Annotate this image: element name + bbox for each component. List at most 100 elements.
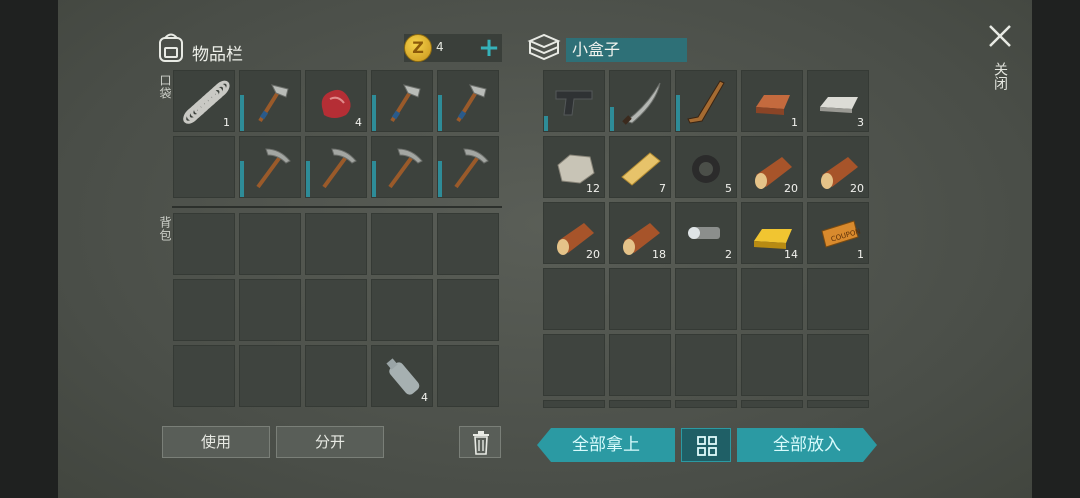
inventory-slot[interactable] bbox=[741, 334, 803, 396]
inventory-slot[interactable] bbox=[305, 213, 367, 275]
inventory-slot[interactable]: 7 bbox=[609, 136, 671, 198]
inventory-slot[interactable] bbox=[437, 213, 499, 275]
right-edge bbox=[1032, 0, 1080, 498]
item-quantity: 14 bbox=[784, 248, 798, 261]
item-quantity: 4 bbox=[355, 116, 362, 129]
left-edge bbox=[0, 0, 58, 498]
inventory-slot[interactable] bbox=[675, 334, 737, 396]
inventory-slot[interactable]: 20 bbox=[543, 202, 605, 264]
hockey-stick-icon bbox=[687, 80, 725, 124]
inventory-slot[interactable]: 12 bbox=[543, 136, 605, 198]
coin-count: 4 bbox=[436, 40, 444, 54]
inventory-slot[interactable]: 1 bbox=[173, 70, 235, 132]
section-divider bbox=[172, 206, 502, 208]
coin-display: Z 4 + bbox=[404, 34, 502, 62]
box-icon bbox=[527, 33, 561, 61]
inventory-slot[interactable] bbox=[239, 345, 301, 407]
inventory-slot[interactable] bbox=[807, 334, 869, 396]
pistol-icon bbox=[555, 90, 593, 116]
inventory-slot[interactable] bbox=[239, 136, 301, 198]
inventory-slot[interactable] bbox=[609, 70, 671, 132]
item-quantity: 5 bbox=[725, 182, 732, 195]
inventory-slot[interactable]: 20 bbox=[807, 136, 869, 198]
item-quantity: 20 bbox=[784, 182, 798, 195]
inventory-slot[interactable]: 14 bbox=[741, 202, 803, 264]
inventory-slot[interactable] bbox=[741, 400, 803, 408]
inventory-slot[interactable] bbox=[609, 268, 671, 330]
inventory-slot[interactable]: 18 bbox=[609, 202, 671, 264]
inventory-slot[interactable] bbox=[741, 268, 803, 330]
inventory-slot[interactable] bbox=[437, 279, 499, 341]
inventory-slot[interactable] bbox=[675, 400, 737, 408]
item-quantity: 3 bbox=[857, 116, 864, 129]
inventory-slot[interactable] bbox=[543, 268, 605, 330]
inventory-slot[interactable]: COUPON 1 bbox=[807, 202, 869, 264]
durability-bar bbox=[544, 116, 548, 131]
inventory-slot[interactable]: 4 bbox=[371, 345, 433, 407]
inventory-slot[interactable] bbox=[675, 70, 737, 132]
use-button[interactable]: 使用 bbox=[162, 426, 270, 458]
inventory-slot[interactable] bbox=[239, 213, 301, 275]
inventory-slot[interactable]: 5 bbox=[675, 136, 737, 198]
durability-bar bbox=[240, 95, 244, 131]
trash-button[interactable] bbox=[459, 426, 501, 458]
item-quantity: 1 bbox=[223, 116, 230, 129]
inventory-slot[interactable] bbox=[543, 334, 605, 396]
item-quantity: 4 bbox=[421, 391, 428, 404]
inventory-slot[interactable] bbox=[173, 213, 235, 275]
hammer-icon bbox=[390, 84, 421, 123]
hammer-icon bbox=[258, 84, 289, 123]
add-coins-button[interactable]: + bbox=[476, 34, 502, 62]
inventory-slot[interactable] bbox=[239, 279, 301, 341]
inventory-slot[interactable] bbox=[305, 136, 367, 198]
inventory-slot[interactable] bbox=[371, 70, 433, 132]
inventory-slot[interactable] bbox=[437, 136, 499, 198]
inventory-slot[interactable]: 3 bbox=[807, 70, 869, 132]
inventory-slot[interactable] bbox=[437, 70, 499, 132]
sort-button[interactable] bbox=[681, 428, 731, 462]
inventory-slot[interactable] bbox=[543, 400, 605, 408]
inventory-slot[interactable] bbox=[609, 334, 671, 396]
inventory-slot[interactable] bbox=[543, 70, 605, 132]
item-quantity: 18 bbox=[652, 248, 666, 261]
inventory-slot[interactable] bbox=[437, 345, 499, 407]
inventory-slot[interactable] bbox=[173, 279, 235, 341]
inventory-slot[interactable] bbox=[305, 279, 367, 341]
inventory-slot[interactable] bbox=[807, 400, 869, 408]
inventory-slot[interactable] bbox=[371, 136, 433, 198]
item-quantity: 7 bbox=[659, 182, 666, 195]
inventory-slot[interactable] bbox=[173, 345, 235, 407]
inventory-slot[interactable] bbox=[173, 136, 235, 198]
inventory-slot[interactable] bbox=[609, 400, 671, 408]
durability-bar bbox=[372, 95, 376, 131]
split-button[interactable]: 分开 bbox=[276, 426, 384, 458]
grid-sort-icon bbox=[697, 436, 717, 456]
inventory-slot[interactable] bbox=[371, 279, 433, 341]
durability-bar bbox=[610, 107, 614, 131]
inventory-slot[interactable]: 20 bbox=[741, 136, 803, 198]
item-quantity: 12 bbox=[586, 182, 600, 195]
pickaxe-icon bbox=[256, 148, 291, 189]
item-quantity: 2 bbox=[725, 248, 732, 261]
inventory-slot[interactable] bbox=[371, 213, 433, 275]
durability-bar bbox=[438, 95, 442, 131]
pickaxe-icon bbox=[322, 148, 357, 189]
durability-bar bbox=[306, 161, 310, 197]
put-all-button[interactable]: 全部放入 bbox=[737, 428, 877, 462]
item-quantity: 20 bbox=[586, 248, 600, 261]
inventory-slot[interactable] bbox=[807, 268, 869, 330]
inventory-slot[interactable]: 1 bbox=[741, 70, 803, 132]
inventory-slot[interactable]: 4 bbox=[305, 70, 367, 132]
inventory-slot[interactable] bbox=[675, 268, 737, 330]
backpack-icon bbox=[159, 33, 183, 62]
inventory-slot[interactable] bbox=[239, 70, 301, 132]
item-quantity: 1 bbox=[857, 248, 864, 261]
take-all-button[interactable]: 全部拿上 bbox=[537, 428, 675, 462]
inventory-slot[interactable]: 2 bbox=[675, 202, 737, 264]
close-label[interactable]: 关闭 bbox=[990, 62, 1010, 90]
backpack-label: 背包 bbox=[158, 216, 172, 242]
close-icon[interactable] bbox=[986, 22, 1014, 50]
item-quantity: 1 bbox=[791, 116, 798, 129]
pickaxe-icon bbox=[454, 148, 489, 189]
inventory-slot[interactable] bbox=[305, 345, 367, 407]
